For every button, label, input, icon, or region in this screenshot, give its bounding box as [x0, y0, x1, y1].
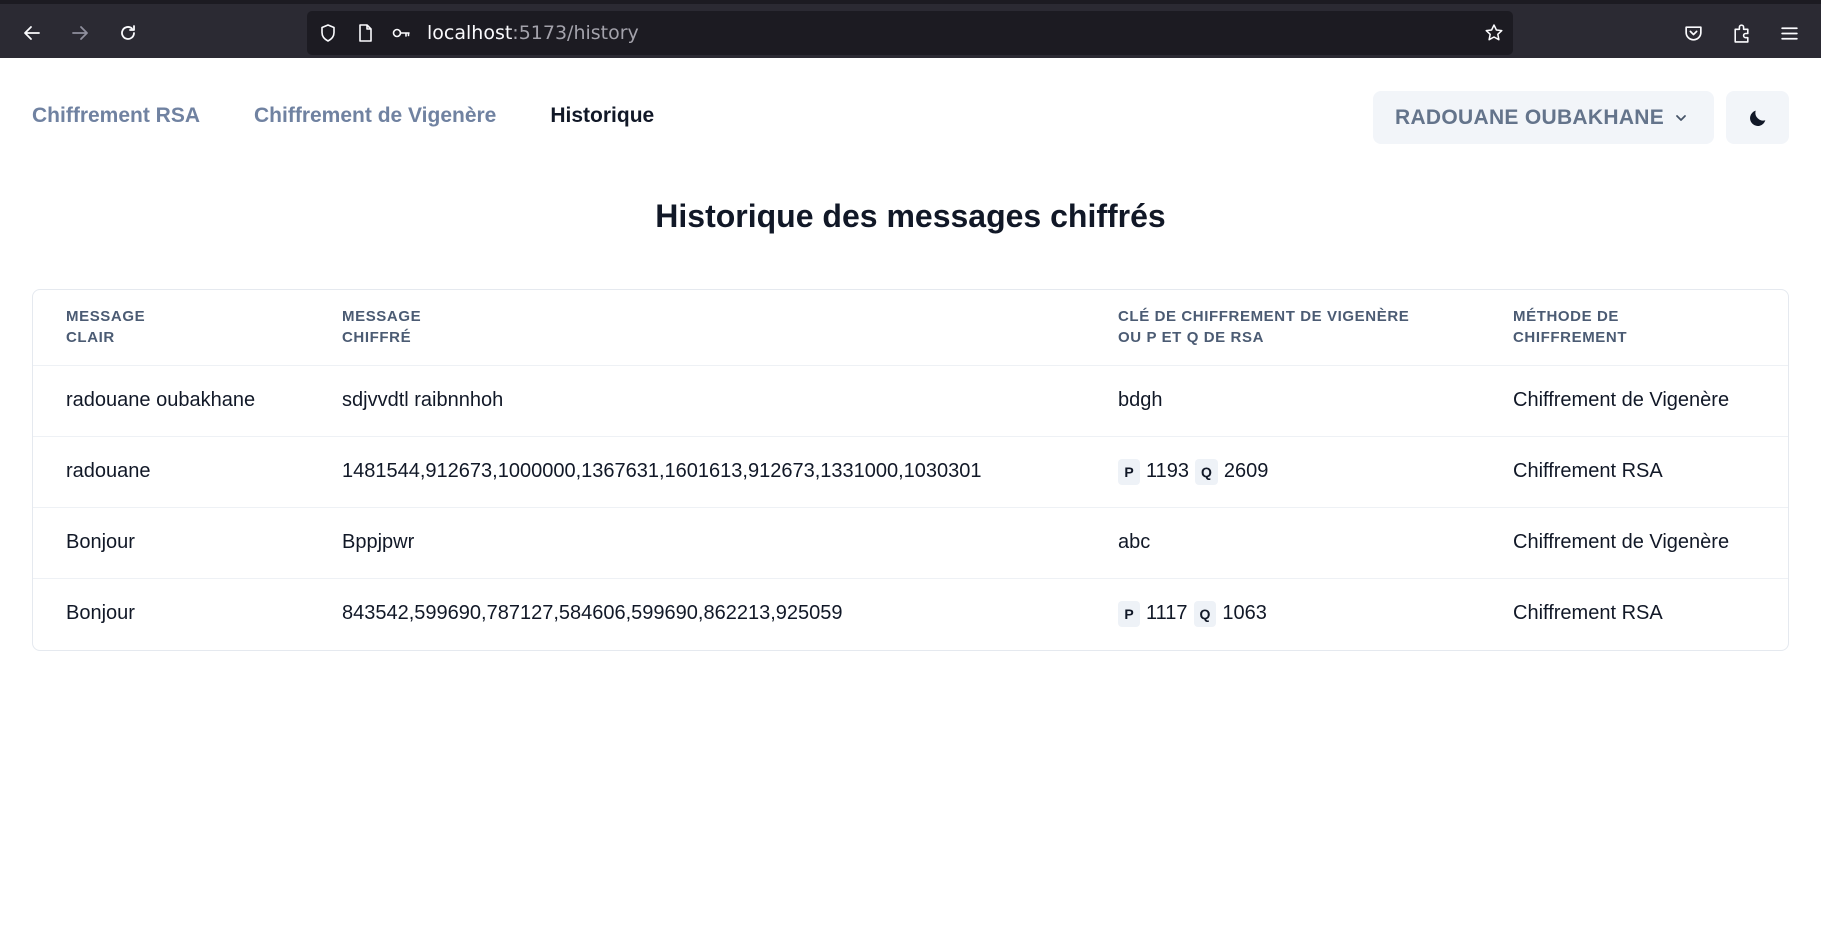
cell-plain-message: Bonjour: [66, 602, 135, 625]
extensions-button[interactable]: [1726, 18, 1756, 48]
shield-icon[interactable]: [317, 22, 339, 44]
header-method-line2: CHIFFREMENT: [1513, 329, 1628, 347]
reload-button[interactable]: [111, 16, 145, 50]
history-table-card: MESSAGE CLAIR MESSAGE CHIFFRÉ CLÉ DE CHI…: [32, 289, 1789, 651]
header-method: MÉTHODE DE CHIFFREMENT: [1480, 290, 1788, 366]
p-badge: P: [1118, 600, 1140, 627]
user-name: RADOUANE OUBAKHANE: [1395, 105, 1665, 129]
puzzle-icon: [1733, 23, 1749, 43]
cell-method: Chiffrement de Vigenère: [1480, 365, 1788, 437]
pocket-icon: [1684, 25, 1702, 41]
cell-method: Chiffrement de Vigenère: [1480, 507, 1788, 579]
header-key-line2: OU P ET Q DE RSA: [1118, 329, 1265, 347]
table-row: Bonjour 843542,599690,787127,584606,5996…: [33, 578, 1788, 649]
header-key: CLÉ DE CHIFFREMENT DE VIGENÈRE OU P ET Q…: [1085, 290, 1480, 366]
reload-icon: [121, 25, 135, 40]
pocket-button[interactable]: [1678, 18, 1708, 48]
q-badge: Q: [1193, 600, 1217, 627]
q-value: 2609: [1223, 460, 1269, 482]
star-icon[interactable]: [1483, 22, 1505, 44]
cell-cipher-message: 1481544,912673,1000000,1367631,1601613,9…: [309, 436, 1085, 508]
q-value: 1063: [1222, 602, 1267, 625]
user-menu-button[interactable]: RADOUANE OUBAKHANE: [1373, 91, 1714, 144]
main-nav: Chiffrement RSA Chiffrement de Vigenère …: [32, 100, 708, 132]
cell-key: abc: [1085, 507, 1480, 579]
key-icon[interactable]: [390, 22, 412, 44]
url-text[interactable]: localhost:5173/history: [427, 22, 639, 44]
cell-key: P 1193 Q 2609: [1085, 436, 1480, 508]
page-title: Historique des messages chiffrés: [655, 198, 1166, 234]
chevron-down-icon: [1674, 110, 1690, 126]
cell-plain-message: radouane oubakhane: [33, 365, 309, 437]
url-bar[interactable]: localhost:5173/history: [307, 11, 1513, 55]
theme-toggle-button[interactable]: [1726, 91, 1789, 144]
arrow-left-icon: [24, 26, 40, 40]
back-button[interactable]: [15, 16, 49, 50]
nav-link-rsa[interactable]: Chiffrement RSA: [32, 104, 200, 128]
q-badge: Q: [1195, 458, 1218, 485]
url-host: localhost: [427, 22, 513, 44]
cell-key: P 1117 Q 1063: [1085, 578, 1480, 649]
app-menu-button[interactable]: [1774, 18, 1804, 48]
page-icon: [354, 22, 376, 44]
hamburger-menu-icon: [1780, 26, 1798, 40]
p-value: 1117: [1146, 602, 1188, 625]
cell-cipher-message: Bppjpwr: [309, 507, 1085, 579]
table-row: Bonjour Bppjpwr abc Chiffrement de Vigen…: [33, 507, 1788, 579]
cell-method: Chiffrement RSA: [1513, 602, 1663, 625]
table-header-row: MESSAGE CLAIR MESSAGE CHIFFRÉ CLÉ DE CHI…: [33, 290, 1788, 366]
header-key-line1: CLÉ DE CHIFFREMENT DE VIGENÈRE: [1118, 308, 1410, 326]
browser-toolbar: localhost:5173/history: [0, 0, 1821, 58]
p-value: 1193: [1146, 460, 1190, 482]
url-path: :5173/history: [512, 22, 639, 44]
table-row: radouane 1481544,912673,1000000,1367631,…: [33, 436, 1788, 508]
header-cipher-line1: MESSAGE: [342, 308, 422, 326]
cell-cipher-message: sdjvvdtl raibnnhoh: [309, 365, 1085, 437]
header-cipher-line2: CHIFFRÉ: [342, 329, 412, 347]
table-row: radouane oubakhane sdjvvdtl raibnnhoh bd…: [33, 365, 1788, 437]
history-table: MESSAGE CLAIR MESSAGE CHIFFRÉ CLÉ DE CHI…: [33, 290, 1788, 649]
nav-link-vigenere[interactable]: Chiffrement de Vigenère: [254, 104, 496, 128]
cell-cipher-message: 843542,599690,787127,584606,599690,86221…: [342, 602, 843, 625]
cell-method: Chiffrement RSA: [1480, 436, 1788, 508]
header-method-line1: MÉTHODE DE: [1513, 308, 1620, 326]
nav-link-history[interactable]: Historique: [550, 104, 654, 128]
header-plain-line2: CLAIR: [66, 329, 115, 347]
cell-key: bdgh: [1085, 365, 1480, 437]
cell-plain-message: radouane: [33, 436, 309, 508]
header-cipher-message: MESSAGE CHIFFRÉ: [309, 290, 1085, 366]
header-plain-message: MESSAGE CLAIR: [33, 290, 309, 366]
forward-button[interactable]: [63, 16, 97, 50]
cell-plain-message: Bonjour: [33, 507, 309, 579]
p-badge: P: [1118, 458, 1140, 485]
header-plain-line1: MESSAGE: [66, 308, 146, 326]
moon-icon: [1749, 110, 1765, 126]
arrow-right-icon: [72, 26, 88, 40]
